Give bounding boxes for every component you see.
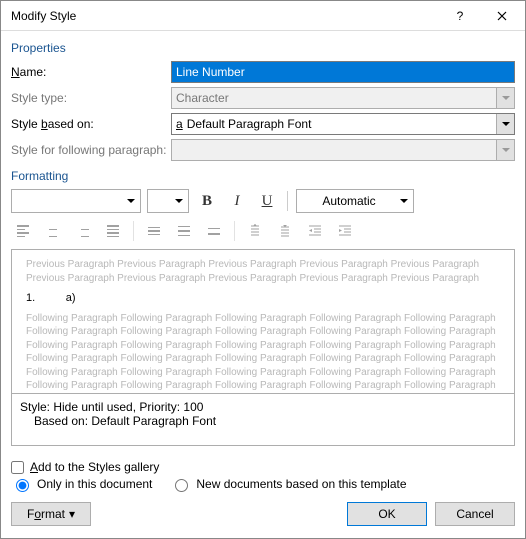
desc-line2: Based on: Default Paragraph Font [20,414,506,428]
align-right-button[interactable] [71,219,95,243]
chevron-down-icon [496,140,514,160]
line-spacing-icon [208,228,220,235]
chevron-down-icon [124,190,138,212]
separator [234,221,235,241]
preview-pane: Previous Paragraph Previous Paragraph Pr… [11,249,515,394]
name-input[interactable] [171,61,515,83]
only-this-doc-radio[interactable]: Only in this document [11,476,152,492]
underline-a-icon: a [176,117,183,132]
close-button[interactable] [481,2,523,30]
align-left-button[interactable] [11,219,35,243]
spacing-1-button[interactable] [142,219,166,243]
close-icon [497,11,507,21]
indent-increase-icon [338,224,352,238]
font-color-combo[interactable]: Automatic [296,189,414,213]
style-description: Style: Hide until used, Priority: 100 Ba… [11,394,515,446]
preview-sample-text: 1. a) [26,291,500,306]
font-size-combo[interactable] [147,189,189,213]
bold-icon: B [202,193,212,210]
chevron-down-icon [172,190,186,212]
chevron-down-icon [496,88,514,108]
italic-icon: I [235,193,240,210]
align-center-button[interactable] [41,219,65,243]
bold-button[interactable]: B [195,189,219,213]
following-combo [171,139,515,161]
style-type-value: Character [176,91,229,105]
align-right-icon [77,225,89,237]
style-type-label: Style type: [11,91,171,105]
spacing-2-button[interactable] [202,219,226,243]
new-docs-radio[interactable]: New documents based on this template [170,476,406,492]
underline-button[interactable]: U [255,189,279,213]
chevron-down-icon [496,114,514,134]
para-space-icon [278,224,292,238]
format-toolbar-2 [11,219,515,243]
indent-inc-button[interactable] [333,219,357,243]
para-space-icon [248,224,262,238]
based-on-label: Style based on: [11,117,171,131]
format-toolbar-1: B I U Automatic [11,189,515,213]
format-button[interactable]: Format▾ [11,502,91,526]
indent-decrease-icon [308,224,322,238]
formatting-header: Formatting [11,169,515,183]
align-center-icon [47,225,59,237]
line-spacing-icon [148,227,160,236]
add-to-gallery-label[interactable]: Add to the Styles gallery [30,460,159,474]
space-before-dec-button[interactable] [273,219,297,243]
chevron-down-icon: ▾ [69,507,75,521]
preview-prev-text: Previous Paragraph Previous Paragraph Pr… [26,258,500,285]
align-justify-icon [107,225,119,237]
desc-line1: Style: Hide until used, Priority: 100 [20,400,506,414]
style-type-combo: Character [171,87,515,109]
name-label: Name: [11,65,171,79]
space-before-inc-button[interactable] [243,219,267,243]
following-label: Style for following paragraph: [11,143,171,157]
font-name-combo[interactable] [11,189,141,213]
spacing-15-button[interactable] [172,219,196,243]
window-title: Modify Style [11,9,439,23]
underline-icon: U [262,193,273,210]
font-color-value: Automatic [301,194,397,208]
titlebar: Modify Style ? [1,1,525,31]
chevron-down-icon [397,190,411,212]
indent-dec-button[interactable] [303,219,327,243]
align-left-icon [17,225,29,237]
properties-header: Properties [11,41,515,55]
separator [133,221,134,241]
add-to-gallery-checkbox[interactable] [11,461,24,474]
cancel-button[interactable]: Cancel [435,502,515,526]
preview-next-text: Following Paragraph Following Paragraph … [26,312,500,393]
based-on-value: Default Paragraph Font [187,117,312,131]
help-button[interactable]: ? [439,2,481,30]
ok-button[interactable]: OK [347,502,427,526]
based-on-combo[interactable]: a Default Paragraph Font [171,113,515,135]
separator [287,191,288,211]
italic-button[interactable]: I [225,189,249,213]
line-spacing-icon [178,226,190,237]
align-justify-button[interactable] [101,219,125,243]
